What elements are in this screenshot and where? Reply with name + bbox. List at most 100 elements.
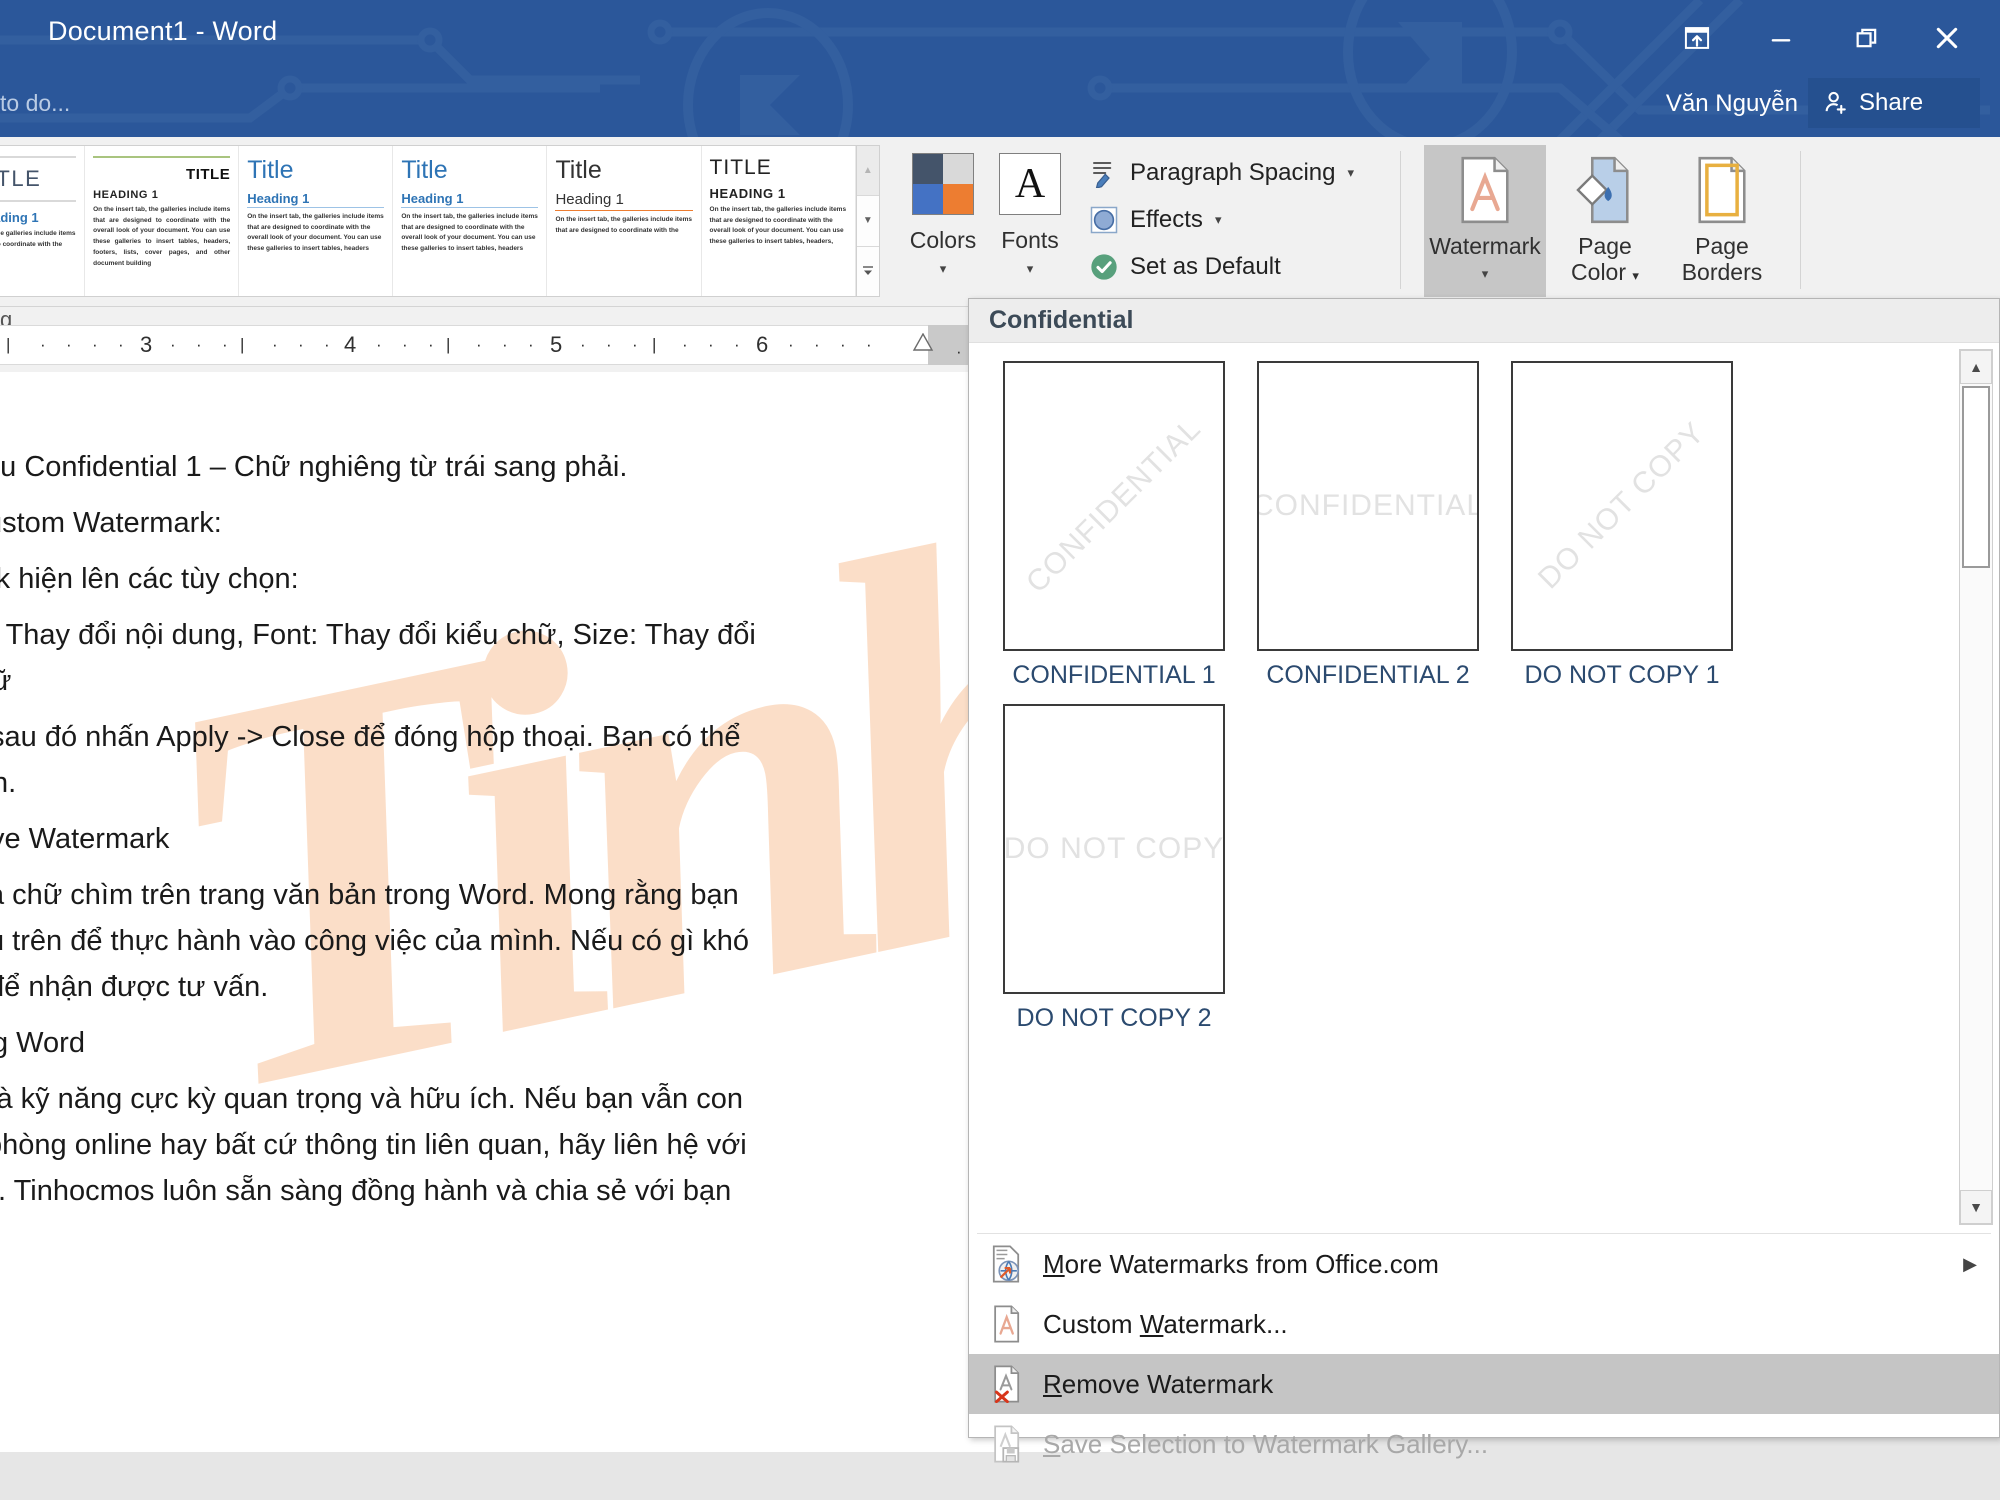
set-as-default-button[interactable]: Set as Default [1088,243,1368,290]
doc-line: t. Tinhocmos luôn sẵn sàng đồng hành và … [0,1175,732,1207]
share-button[interactable]: Share [1808,78,1980,128]
style-body: On the insert tab, the galleries include… [709,206,847,246]
chevron-down-icon[interactable]: ▾ [1347,165,1354,181]
style-thumb[interactable]: Title Heading 1 On the insert tab, the g… [239,146,394,296]
menu-item-custom-watermark[interactable]: Custom Watermark... [969,1294,1999,1354]
watermark-gallery-item[interactable]: CONFIDENTIAL CONFIDENTIAL 1 [987,361,1241,690]
style-thumb[interactable]: Title Heading 1 On the insert tab, the g… [393,146,548,296]
page-borders-button[interactable]: Page Borders [1664,145,1780,297]
accelerator-letter: R [1043,1368,1062,1399]
theme-colors-button[interactable]: Colors ▾ [898,145,988,297]
chevron-down-icon[interactable]: ▾ [1027,261,1034,277]
ribbon-display-options-icon [1684,27,1710,49]
paragraph-spacing-button[interactable]: Paragraph Spacing ▾ [1088,149,1368,196]
theme-fonts-button[interactable]: A Fonts ▾ [988,145,1072,297]
style-title: Title [555,156,602,184]
scrollbar-thumb[interactable] [1962,386,1990,568]
page-borders-label-2: Borders [1681,259,1763,286]
page-color-button[interactable]: Page Color ▾ [1552,145,1658,297]
left-indent-marker-icon[interactable] [912,333,934,351]
doc-line: u trên để thực hành vào công việc của mì… [0,925,749,957]
menu-item-label: Save Selection to Watermark Gallery... [1043,1429,1488,1460]
style-thumb[interactable]: TITLE HEADING 1 On the insert tab, the g… [701,146,856,296]
chevron-down-icon[interactable]: ▾ [940,261,947,277]
style-thumb[interactable]: TITLE HEADING 1 On the insert tab, the g… [85,146,240,296]
chevron-down-icon[interactable]: ▾ [1482,266,1489,282]
account-name[interactable]: Văn Nguyễn [1666,90,1798,118]
design-commands-column: Paragraph Spacing ▾ Effects ▾ Set as Def… [1088,149,1368,290]
watermark-gallery-item[interactable]: DO NOT COPY DO NOT COPY 1 [1495,361,1749,690]
check-circle-icon [1088,251,1120,283]
effects-label: Effects [1130,205,1203,233]
chevron-down-icon[interactable]: ▾ [1632,268,1639,283]
watermark-dropdown-menu[interactable]: Confidential CONFIDENTIAL CONFIDENTIAL 1… [968,298,2000,1463]
watermark-gallery-item[interactable]: DO NOT COPY DO NOT COPY 2 [987,704,1241,1033]
gallery-more-button[interactable] [857,247,879,296]
style-thumb[interactable]: Title Heading 1 On the insert tab, the g… [547,146,702,296]
doc-line: ữ [0,665,12,697]
menu-item-remove-watermark[interactable]: Remove Watermark [969,1354,1999,1414]
style-heading: Heading 1 [0,210,39,225]
tell-me-box[interactable]: to do... [0,90,70,117]
watermark-preview: DO NOT COPY [1511,361,1733,651]
watermark-preview: DO NOT COPY [1003,704,1225,994]
watermark-item-caption: CONFIDENTIAL 2 [1266,661,1470,689]
gallery-scroll-down-button[interactable]: ▼ [856,196,880,247]
style-heading: HEADING 1 [93,189,159,201]
watermark-gallery-scrollbar[interactable]: ▲ ▼ [1959,349,1993,1225]
ruler-tick: 4 [344,332,357,357]
menu-item-text: ore Watermarks from Office.com [1064,1248,1439,1279]
style-rule [93,156,231,158]
accelerator-letter: W [1139,1308,1164,1339]
menu-item-label: Custom Watermark... [1043,1309,1288,1340]
ribbon-group-divider [1800,151,1801,289]
ribbon-design-tab: TITLE Heading 1 On the insert tab, the g… [0,137,2000,307]
effects-button[interactable]: Effects ▾ [1088,196,1368,243]
document-style-gallery[interactable]: TITLE Heading 1 On the insert tab, the g… [0,145,880,297]
watermark-item-caption: DO NOT COPY 1 [1524,661,1720,689]
doc-line: n. [0,767,17,799]
restore-down-button[interactable] [1836,14,1898,62]
theme-colors-label: Colors [909,227,977,253]
window-title: Document1 - Word [48,16,278,46]
doc-line: sau đó nhấn Apply -> Close để đóng hộp t… [0,721,741,753]
style-heading: Heading 1 [247,191,385,208]
watermark-preview: CONFIDENTIAL [1257,361,1479,651]
scroll-up-button[interactable]: ▲ [1960,350,1992,384]
ribbon-display-options-button[interactable] [1666,14,1728,62]
accelerator-letter: M [1043,1248,1065,1279]
style-heading: Heading 1 [555,191,693,211]
page-color-label-2: Color [1571,259,1627,286]
menu-item-more-watermarks-from-office[interactable]: More Watermarks from Office.com ▶ [969,1234,1999,1294]
doc-line: c hiện thao tác, chọn thẻ Design -> Wate… [0,372,590,373]
watermark-gallery[interactable]: CONFIDENTIAL CONFIDENTIAL 1 CONFIDENTIAL… [969,343,1999,1233]
submenu-arrow-icon: ▶ [1963,1253,1977,1274]
watermark-preview: CONFIDENTIAL [1003,361,1225,651]
doc-line: ểu Confidential 1 – Chữ nghiêng từ trái … [0,451,628,483]
watermark-item-caption: DO NOT COPY 2 [1016,1004,1212,1032]
gallery-scrollbar[interactable]: ▲ ▼ [855,146,880,296]
style-rule [0,156,77,158]
style-body: On the insert tab, the galleries include… [247,213,384,253]
horizontal-ruler[interactable]: | · · · · 3 · · · | · · · 4 · · · | · · · 5 · · ·… [0,325,928,365]
doc-line: a chữ chìm trên trang văn bản trong Word… [0,879,739,911]
style-title: TITLE [709,156,772,179]
ruler-tick-mark: · [956,342,962,361]
doc-line: ve Watermark [0,823,170,855]
theme-colors-icon [912,153,974,215]
style-title: TITLE [0,166,42,191]
scroll-down-button[interactable]: ▼ [1960,1190,1992,1224]
menu-item-text-pre: Custom [1043,1308,1140,1339]
page-color-label: Page Color ▾ [1571,233,1639,286]
ruler-tick: 6 [756,332,769,357]
minimize-button[interactable] [1750,14,1812,62]
menu-item-text: emove Watermark [1061,1368,1274,1399]
chevron-down-icon[interactable]: ▾ [1215,212,1222,228]
style-title: Title [247,156,294,184]
close-button[interactable] [1916,14,1978,62]
watermark-button[interactable]: Watermark ▾ [1424,145,1546,297]
gallery-scroll-up-button[interactable]: ▲ [856,146,880,197]
style-thumb[interactable]: TITLE Heading 1 On the insert tab, the g… [0,146,86,296]
watermark-gallery-item[interactable]: CONFIDENTIAL CONFIDENTIAL 2 [1241,361,1495,690]
page-borders-label-1: Page [1695,233,1749,259]
